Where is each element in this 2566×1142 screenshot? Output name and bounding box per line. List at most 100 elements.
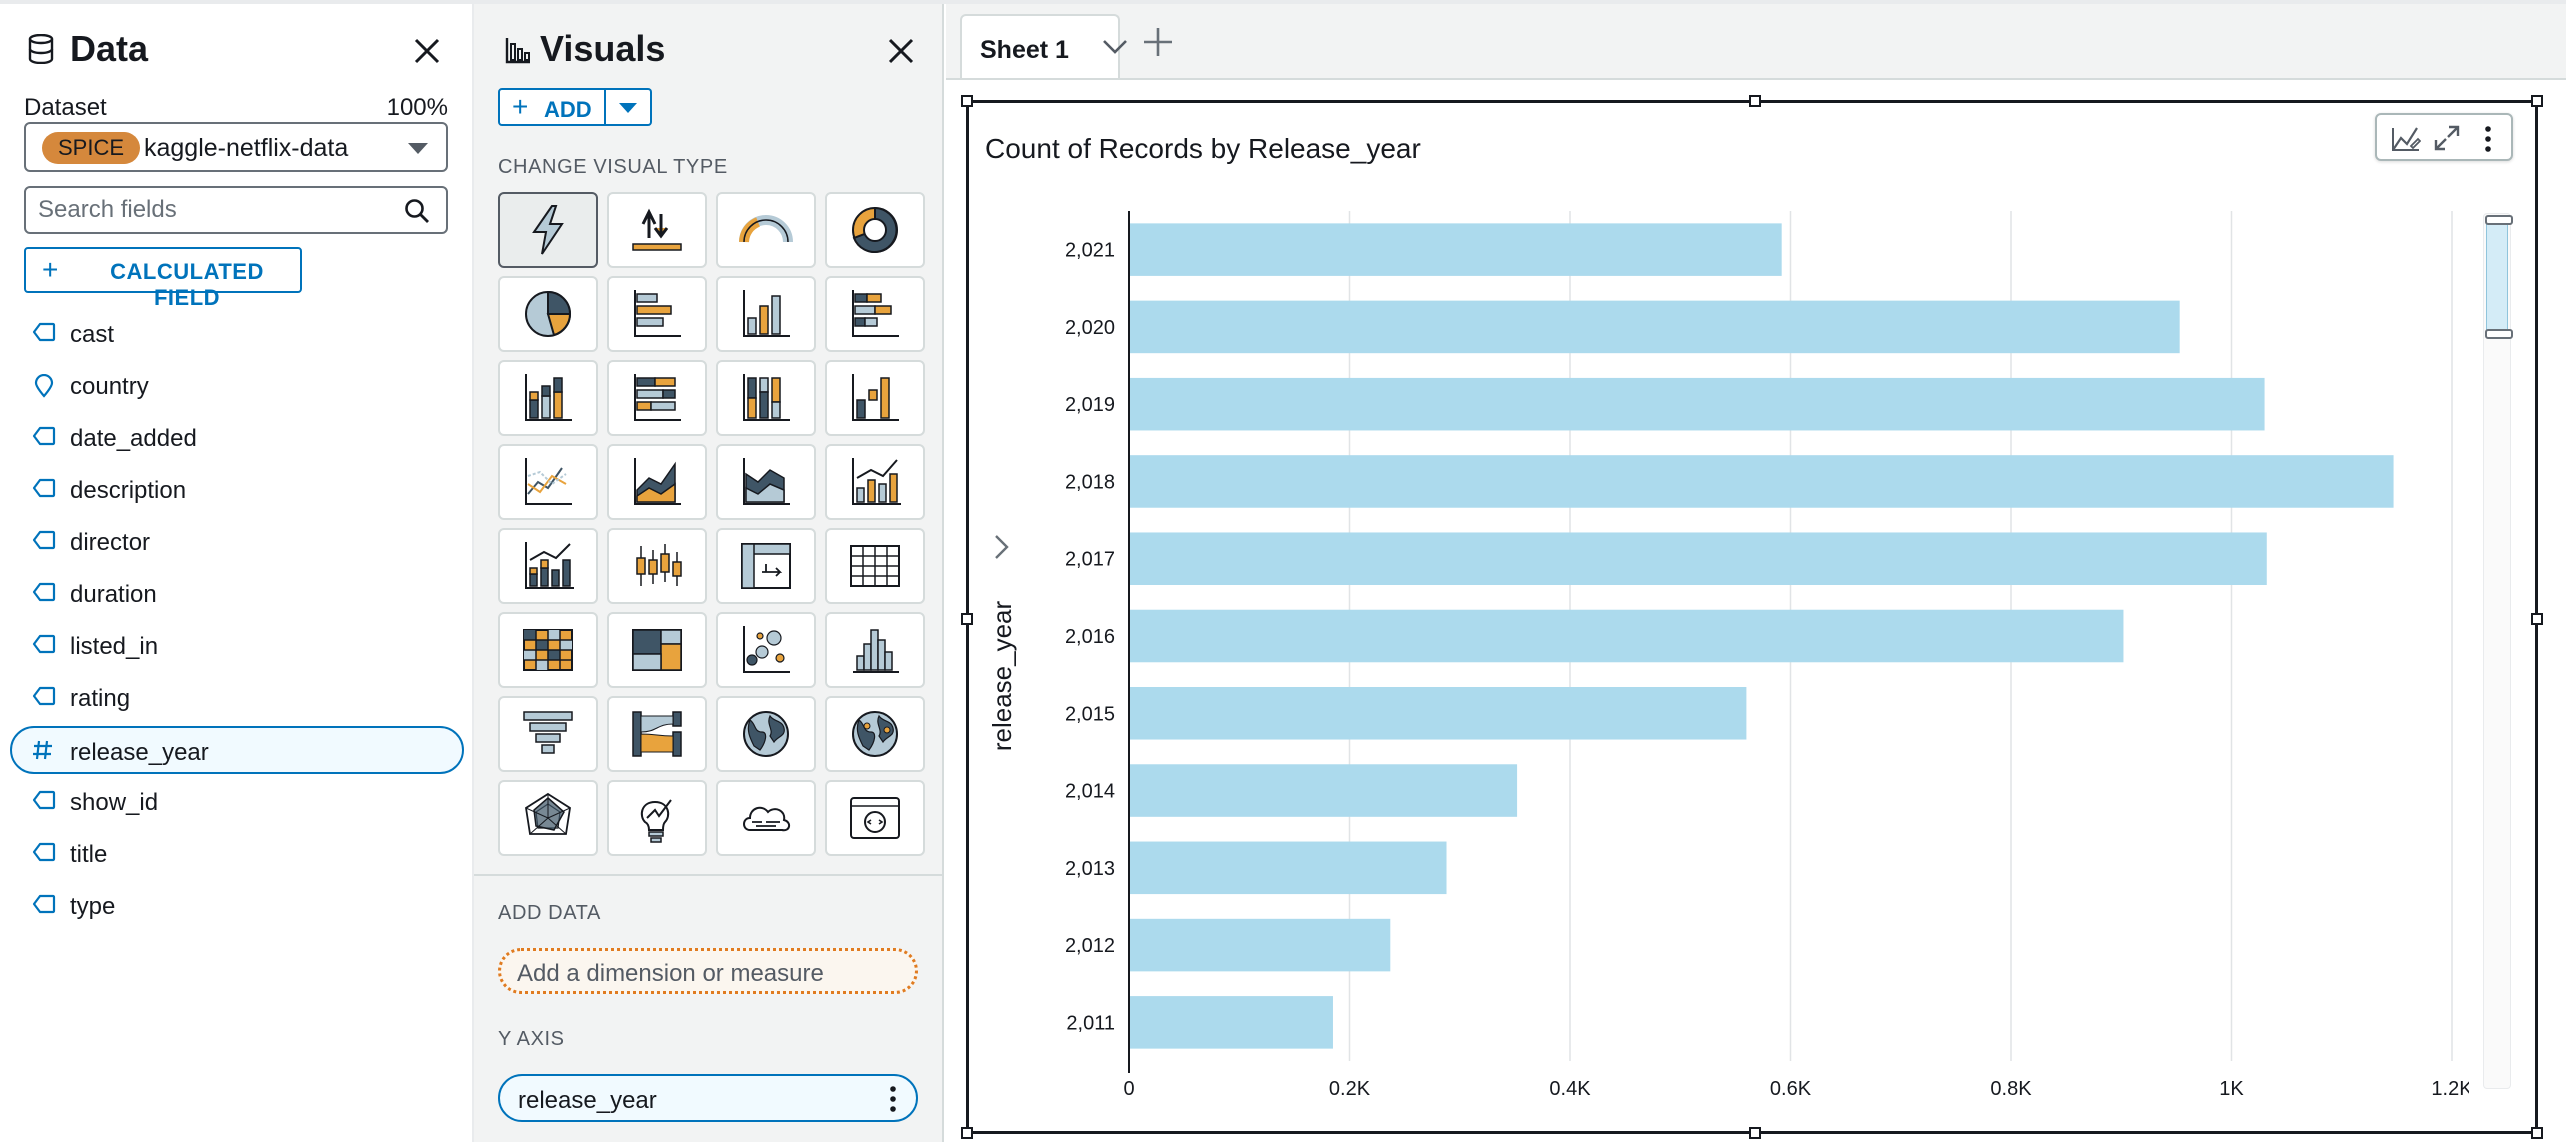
visual-type-gauge[interactable] bbox=[716, 192, 816, 268]
visual-type-custom-visual[interactable] bbox=[825, 780, 925, 856]
visual-type-histogram[interactable] bbox=[825, 612, 925, 688]
visual-menu-icon[interactable] bbox=[2483, 124, 2493, 159]
horizontal-stacked-100-bar-icon bbox=[634, 374, 681, 421]
visual-type-horizontal-stacked-bar[interactable] bbox=[825, 276, 925, 352]
y-tick-label: 2,013 bbox=[1065, 858, 1115, 880]
x-tick-label: 0 bbox=[1123, 1078, 1134, 1100]
add-dimension-dropzone[interactable]: Add a dimension or measure bbox=[498, 948, 918, 994]
visual-type-combo-bar-line[interactable] bbox=[825, 444, 925, 520]
add-label: ADD bbox=[544, 97, 592, 122]
resize-handle-bottom-right[interactable] bbox=[2531, 1127, 2543, 1139]
vertical-bar-icon bbox=[743, 290, 790, 337]
dataset-percent: 100% bbox=[386, 94, 448, 121]
field-item-release-year[interactable]: release_year bbox=[10, 726, 464, 774]
dimension-tag-icon bbox=[32, 686, 56, 711]
field-name: listed_in bbox=[70, 633, 159, 660]
dimension-tag-icon bbox=[32, 426, 56, 451]
visual-toolbar bbox=[2375, 113, 2513, 161]
y-tick-label: 2,017 bbox=[1065, 549, 1115, 571]
close-visuals-panel-icon[interactable] bbox=[884, 34, 918, 68]
visual-type-horizontal-stacked-100-bar[interactable] bbox=[607, 360, 707, 436]
visual-type-waterfall[interactable] bbox=[825, 360, 925, 436]
field-item-listed-in[interactable]: listed_in bbox=[10, 620, 464, 672]
add-visual-button[interactable]: + ADD bbox=[498, 88, 606, 126]
add-visual-dropdown[interactable] bbox=[606, 88, 652, 126]
format-visual-icon[interactable] bbox=[2391, 124, 2422, 157]
visual-type-horizontal-bar[interactable] bbox=[607, 276, 707, 352]
sheet-tab[interactable]: Sheet 1 bbox=[960, 14, 1127, 80]
visual-type-vertical-stacked-bar[interactable] bbox=[498, 360, 598, 436]
visual-type-points-map[interactable] bbox=[825, 696, 925, 772]
visual-type-stacked-area[interactable] bbox=[716, 444, 816, 520]
y-axis-field-well[interactable]: release_year bbox=[498, 1074, 918, 1122]
resize-handle-top-right[interactable] bbox=[2531, 95, 2543, 107]
autograph-icon bbox=[532, 205, 564, 255]
visual-type-table[interactable] bbox=[825, 528, 925, 604]
field-item-show-id[interactable]: show_id bbox=[10, 776, 464, 828]
y-axis-label: Y AXIS bbox=[498, 1028, 565, 1050]
field-name: director bbox=[70, 529, 151, 556]
kebab-menu-icon[interactable] bbox=[888, 1084, 898, 1119]
search-fields-input[interactable] bbox=[38, 194, 388, 226]
field-item-country[interactable]: country bbox=[10, 360, 464, 412]
visual-type-donut[interactable] bbox=[825, 192, 925, 268]
y-tick-label: 2,011 bbox=[1066, 1012, 1115, 1034]
radar-icon bbox=[525, 792, 571, 835]
field-item-rating[interactable]: rating bbox=[10, 672, 464, 724]
pivot-table-icon bbox=[741, 543, 791, 589]
search-icon[interactable] bbox=[404, 198, 430, 229]
visual-type-line[interactable] bbox=[498, 444, 598, 520]
visual-type-insight[interactable] bbox=[607, 780, 707, 856]
visual-type-box-plot[interactable] bbox=[607, 528, 707, 604]
resize-handle-top[interactable] bbox=[1749, 95, 1761, 107]
visual-type-word-cloud[interactable] bbox=[716, 780, 816, 856]
field-item-description[interactable]: description bbox=[10, 464, 464, 516]
visual-type-combo-stacked-line[interactable] bbox=[498, 528, 598, 604]
visual-type-kpi[interactable] bbox=[607, 192, 707, 268]
visual-card[interactable]: Count of Records by Release_year 0 0.2K 0.… bbox=[961, 95, 2543, 1139]
field-name: release_year bbox=[70, 739, 209, 766]
field-name: duration bbox=[70, 581, 157, 608]
field-name: show_id bbox=[70, 789, 159, 816]
x-tick-label: 0.8K bbox=[1990, 1078, 2032, 1100]
close-data-panel-icon[interactable] bbox=[410, 34, 444, 68]
resize-handle-right[interactable] bbox=[2531, 613, 2543, 625]
bar bbox=[1129, 996, 1333, 1049]
visual-type-filled-map[interactable] bbox=[716, 696, 816, 772]
dimension-tag-icon bbox=[32, 530, 56, 555]
visual-type-funnel[interactable] bbox=[498, 696, 598, 772]
visual-type-vertical-stacked-100-bar[interactable] bbox=[716, 360, 816, 436]
visual-type-autograph[interactable] bbox=[498, 192, 598, 268]
visual-type-tree-map[interactable] bbox=[607, 612, 707, 688]
data-panel-title: Data bbox=[70, 28, 149, 69]
dataset-name: kaggle-netflix-data bbox=[144, 134, 349, 162]
x-tick-label: 1.2K bbox=[2431, 1078, 2469, 1100]
visual-type-area[interactable] bbox=[607, 444, 707, 520]
visual-type-heat-map[interactable] bbox=[498, 612, 598, 688]
chevron-down-icon[interactable] bbox=[1102, 38, 1128, 61]
vertical-stacked-bar-icon bbox=[525, 374, 572, 421]
visual-type-scatter-plot[interactable] bbox=[716, 612, 816, 688]
visual-type-pie[interactable] bbox=[498, 276, 598, 352]
visual-type-pivot-table[interactable] bbox=[716, 528, 816, 604]
expand-icon[interactable] bbox=[2433, 124, 2461, 157]
visual-type-vertical-bar[interactable] bbox=[716, 276, 816, 352]
field-item-type[interactable]: type bbox=[10, 880, 464, 932]
bar bbox=[1129, 300, 2180, 354]
kpi-icon bbox=[632, 208, 682, 251]
visual-type-radar[interactable] bbox=[498, 780, 598, 856]
horizontal-bar-icon bbox=[634, 290, 681, 337]
field-item-date-added[interactable]: date_added bbox=[10, 412, 464, 464]
caret-down-icon bbox=[619, 103, 637, 113]
resize-handle-top-left[interactable] bbox=[961, 95, 973, 107]
field-item-duration[interactable]: duration bbox=[10, 568, 464, 620]
calculated-field-button[interactable]: + CALCULATED FIELD bbox=[24, 247, 302, 310]
field-item-title[interactable]: title bbox=[10, 828, 464, 880]
field-item-director[interactable]: director bbox=[10, 516, 464, 568]
dataset-select[interactable]: SPICE kaggle-netflix-data bbox=[24, 122, 448, 172]
chart-scroll-thumb[interactable] bbox=[2485, 215, 2513, 339]
visual-type-sankey[interactable] bbox=[607, 696, 707, 772]
add-sheet-icon[interactable] bbox=[1142, 26, 1174, 63]
chart-scrollbar[interactable] bbox=[2483, 213, 2513, 1089]
field-item-cast[interactable]: cast bbox=[10, 308, 464, 360]
